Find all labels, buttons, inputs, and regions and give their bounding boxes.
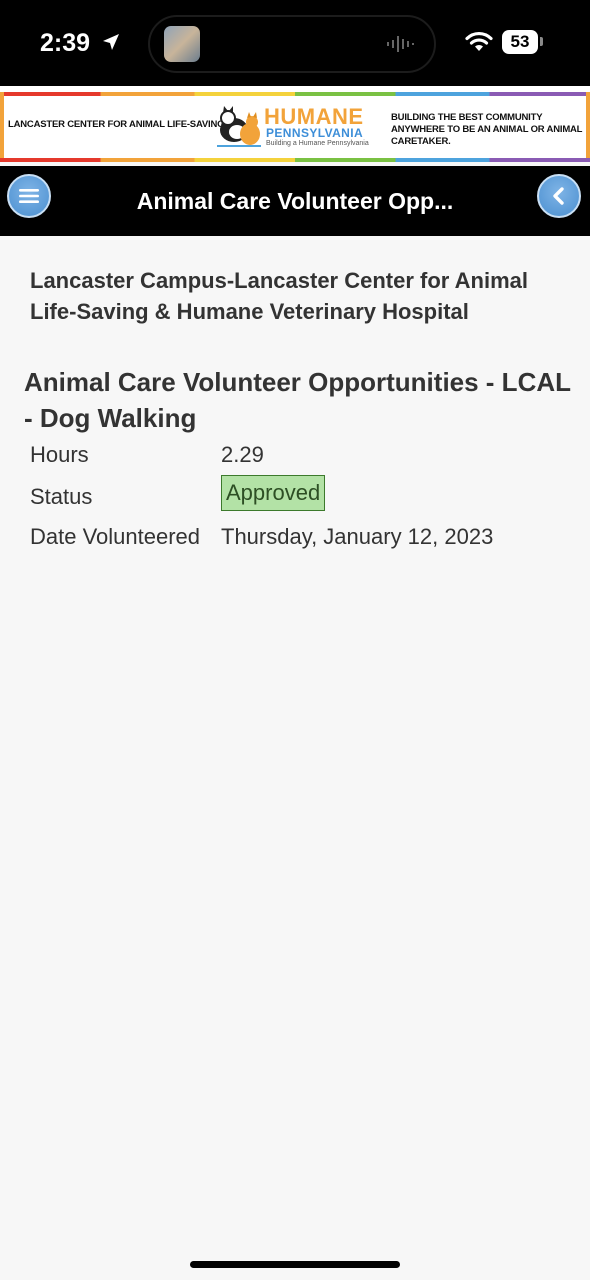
banner-slogan: BUILDING THE BEST COMMUNITY ANYWHERE TO … <box>391 112 583 147</box>
banner-logo-tagline: Building a Humane Pennsylvania <box>266 140 369 147</box>
hours-label: Hours <box>30 442 89 467</box>
wifi-icon <box>465 31 493 51</box>
banner-border <box>0 92 4 162</box>
battery-tip <box>540 37 543 46</box>
page-title: Animal Care Volunteer Opp... <box>136 188 454 214</box>
navigation-bar: Animal Care Volunteer Opp... <box>0 166 590 236</box>
status-bar: 2:39 53 <box>0 0 590 86</box>
date-value: Thursday, January 12, 2023 <box>221 524 494 549</box>
audio-waveform-icon <box>387 36 414 52</box>
back-button[interactable] <box>537 174 581 218</box>
banner-stripe <box>0 92 590 96</box>
date-label: Date Volunteered <box>30 524 201 549</box>
dynamic-island[interactable] <box>148 15 436 73</box>
banner-stripe <box>0 158 590 162</box>
banner-center-name: LANCASTER CENTER FOR ANIMAL LIFE-SAVING <box>8 119 225 130</box>
media-thumbnail <box>164 26 200 62</box>
status-label: Status <box>30 484 93 509</box>
hamburger-menu-icon <box>19 189 39 203</box>
cat-dog-logo-icon <box>217 106 261 147</box>
hours-value: 2.29 <box>221 442 264 467</box>
location-arrow-icon <box>103 34 119 50</box>
status-badge: Approved <box>221 475 326 511</box>
menu-button[interactable] <box>7 174 51 218</box>
opportunity-title: Animal Care Volunteer Opportunities - LC… <box>24 367 571 433</box>
home-indicator[interactable] <box>190 1261 400 1268</box>
campus-name: Lancaster Campus-Lancaster Center for An… <box>30 268 528 324</box>
chevron-left-icon <box>553 187 564 205</box>
battery-indicator: 53 <box>502 30 538 54</box>
organization-banner: LANCASTER CENTER FOR ANIMAL LIFE-SAVING … <box>0 92 590 162</box>
status-time: 2:39 <box>40 29 91 57</box>
banner-logo-subtitle: PENNSYLVANIA <box>266 126 364 140</box>
